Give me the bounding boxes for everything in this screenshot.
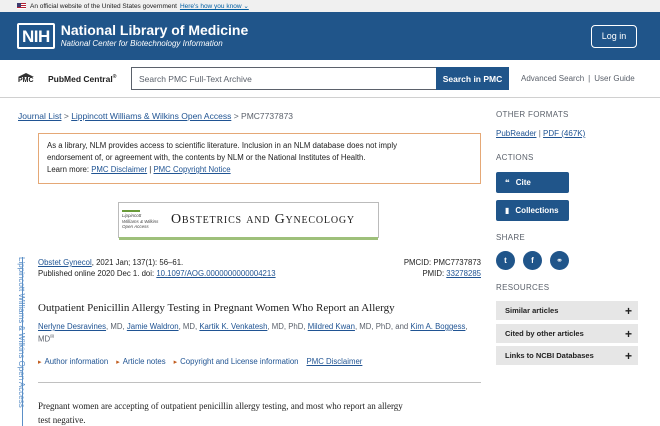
author-link[interactable]: Mildred Kwan — [308, 322, 355, 331]
article-main: Journal List > Lippincott Williams & Wil… — [0, 99, 490, 426]
journal-banner-title: Obstetrics and Gynecology — [171, 212, 355, 227]
article-notes-toggle[interactable]: Article notes — [116, 357, 166, 366]
breadcrumb: Journal List > Lippincott Williams & Wil… — [18, 111, 294, 121]
nlm-disclaimer-notice: As a library, NLM provides access to sci… — [38, 133, 481, 184]
article-meta-links: Author information Article notes Copyrig… — [38, 357, 363, 366]
citation-block: Obstet Gynecol, 2021 Jan; 137(1): 56–61.… — [38, 258, 481, 278]
search-button[interactable]: Search in PMC — [436, 67, 509, 90]
nih-logo[interactable]: NIH National Library of Medicine Nationa… — [17, 23, 248, 49]
resources-heading: RESOURCES — [496, 283, 550, 292]
facebook-icon[interactable]: f — [523, 251, 542, 270]
journal-link[interactable]: Obstet Gynecol — [38, 258, 92, 267]
pmcid-value: PMC7737873 — [433, 258, 481, 267]
other-formats-heading: OTHER FORMATS — [496, 110, 569, 119]
search-row: PubMed Central® Search PMC Full-Text Arc… — [0, 60, 660, 98]
search-input[interactable]: Search PMC Full-Text Archive — [131, 67, 436, 90]
divider — [38, 382, 481, 383]
actions-heading: ACTIONS — [496, 153, 534, 162]
plus-icon: + — [624, 348, 632, 363]
ncbi-subtitle: National Center for Biotechnology Inform… — [60, 39, 223, 48]
collections-button[interactable]: ▮ Collections — [496, 200, 569, 221]
author-link[interactable]: Kartik K. Venkatesh — [199, 322, 267, 331]
breadcrumb-journal-list[interactable]: Journal List — [18, 111, 61, 121]
advanced-search-link[interactable]: Advanced Search — [521, 74, 584, 83]
author-information-toggle[interactable]: Author information — [38, 357, 109, 366]
pmc-logo[interactable]: PubMed Central® — [18, 72, 131, 85]
bookmark-icon: ▮ — [505, 206, 510, 215]
nlm-title: National Library of Medicine — [60, 22, 249, 38]
pmc-disclaimer-link[interactable]: PMC Disclaimer — [307, 357, 363, 366]
pdf-link[interactable]: PDF (467K) — [543, 129, 585, 138]
gov-banner: An official website of the United States… — [0, 0, 660, 12]
breadcrumb-pmcid: PMC7737873 — [241, 111, 294, 121]
share-heading: SHARE — [496, 233, 526, 242]
login-button[interactable]: Log in — [591, 24, 637, 48]
cited-by-toggle[interactable]: Cited by other articles + — [496, 324, 638, 343]
copyright-license-toggle[interactable]: Copyright and License information — [174, 357, 298, 366]
similar-articles-toggle[interactable]: Similar articles + — [496, 301, 638, 320]
us-flag-icon — [17, 3, 26, 9]
pmc-logo-icon — [18, 72, 34, 85]
corresponding-author-icon[interactable]: ✉ — [50, 334, 54, 340]
article-summary: Pregnant women are accepting of outpatie… — [38, 401, 403, 425]
pubreader-link[interactable]: PubReader — [496, 129, 536, 138]
publisher-side-label: Lippincott Williams & Wilkins Open Acces… — [17, 257, 28, 426]
pmc-brand: PubMed Central — [48, 73, 113, 84]
twitter-icon[interactable]: t — [496, 251, 515, 270]
doi-link[interactable]: 10.1097/AOG.0000000000004213 — [156, 269, 275, 278]
pmc-disclaimer-link[interactable]: PMC Disclaimer — [91, 165, 147, 174]
heres-how-link[interactable]: Here's how you know ⌄ — [180, 2, 249, 10]
author-link[interactable]: Jamie Waldron — [127, 322, 179, 331]
quote-icon: ❝ — [505, 178, 510, 187]
journal-banner[interactable]: Lippincott Williams & Wilkins Open Acces… — [118, 202, 379, 240]
plus-icon: + — [624, 303, 632, 318]
nlm-header: NIH National Library of Medicine Nationa… — [0, 12, 660, 60]
author-list: Nerlyne Desravines, MD, Jamie Waldron, M… — [38, 322, 468, 344]
pmc-copyright-link[interactable]: PMC Copyright Notice — [153, 165, 230, 174]
pmid-link[interactable]: 33278285 — [446, 269, 481, 278]
nih-logo-mark: NIH — [17, 23, 55, 49]
author-link[interactable]: Kim A. Boggess — [410, 322, 465, 331]
plus-icon: + — [624, 326, 632, 341]
ncbi-links-toggle[interactable]: Links to NCBI Databases + — [496, 346, 638, 365]
publisher-logo: Lippincott Williams & Wilkins Open Acces… — [119, 210, 171, 230]
cite-button[interactable]: ❝ Cite — [496, 172, 569, 193]
user-guide-link[interactable]: User Guide — [594, 74, 634, 83]
gov-banner-text: An official website of the United States… — [30, 2, 177, 10]
article-title: Outpatient Penicillin Allergy Testing in… — [38, 302, 395, 314]
link-icon[interactable]: ⚭ — [550, 251, 569, 270]
breadcrumb-publisher[interactable]: Lippincott Williams & Wilkins Open Acces… — [71, 111, 231, 121]
author-link[interactable]: Nerlyne Desravines — [38, 322, 106, 331]
